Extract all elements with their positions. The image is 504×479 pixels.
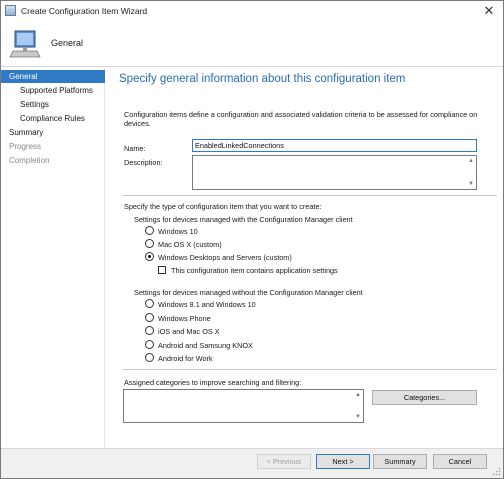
radio-windows-phone-label: Windows Phone xyxy=(158,314,211,323)
wizard-nav: General Supported Platforms Settings Com… xyxy=(1,68,105,448)
unmanaged-group-label: Settings for devices managed without the… xyxy=(134,288,363,297)
radio-mac-os-x[interactable] xyxy=(145,239,154,248)
managed-group-label: Settings for devices managed with the Co… xyxy=(134,215,353,224)
name-field[interactable]: EnabledLinkedConnections xyxy=(192,139,477,152)
nav-item-general[interactable]: General xyxy=(1,70,105,83)
categories-list[interactable]: ▲ ▼ xyxy=(123,389,364,423)
radio-android-for-work[interactable] xyxy=(145,353,154,362)
radio-ios-mac[interactable] xyxy=(145,326,154,335)
header-title: General xyxy=(51,38,84,48)
radio-windows-desktops-servers-label: Windows Desktops and Servers (custom) xyxy=(158,253,292,262)
divider xyxy=(123,195,497,196)
scroll-up-icon[interactable]: ▲ xyxy=(467,157,475,165)
nav-item-summary[interactable]: Summary xyxy=(1,126,105,139)
nav-item-completion: Completion xyxy=(9,156,50,165)
radio-windows-81-10[interactable] xyxy=(145,299,154,308)
scroll-down-icon[interactable]: ▼ xyxy=(467,180,475,188)
radio-mac-os-x-label: Mac OS X (custom) xyxy=(158,240,222,249)
app-settings-label: This configuration item contains applica… xyxy=(171,266,338,275)
radio-windows-10-label: Windows 10 xyxy=(158,227,198,236)
scroll-up-icon[interactable]: ▲ xyxy=(354,391,362,399)
radio-android-knox-label: Android and Samsung KNOX xyxy=(158,341,253,350)
wizard-header: General xyxy=(1,21,503,67)
resize-grip-icon[interactable] xyxy=(492,467,501,476)
radio-windows-desktops-servers[interactable] xyxy=(145,252,154,261)
categories-button[interactable]: Categories... xyxy=(372,390,477,405)
name-value: EnabledLinkedConnections xyxy=(195,141,284,150)
description-label: Description: xyxy=(124,158,163,167)
type-prompt: Specify the type of configuration item t… xyxy=(124,202,322,211)
categories-label: Assigned categories to improve searching… xyxy=(124,378,302,387)
computer-monitor-icon xyxy=(9,30,41,58)
app-settings-checkbox[interactable] xyxy=(158,266,166,274)
summary-button[interactable]: Summary xyxy=(373,454,427,469)
wizard-window: Create Configuration Item Wizard ✕ Gener… xyxy=(0,0,504,479)
nav-item-supported-platforms[interactable]: Supported Platforms xyxy=(1,84,105,97)
description-scrollbar[interactable]: ▲ ▼ xyxy=(467,157,475,188)
intro-text: Configuration items define a configurati… xyxy=(124,110,478,128)
cancel-button[interactable]: Cancel xyxy=(433,454,487,469)
radio-windows-10[interactable] xyxy=(145,226,154,235)
close-icon[interactable]: ✕ xyxy=(481,3,497,18)
radio-windows-81-10-label: Windows 8.1 and Windows 10 xyxy=(158,300,256,309)
wizard-window-icon xyxy=(5,5,16,16)
radio-ios-mac-label: iOS and Mac OS X xyxy=(158,327,220,336)
window-title: Create Configuration Item Wizard xyxy=(21,6,148,16)
radio-android-knox[interactable] xyxy=(145,340,154,349)
name-label: Name: xyxy=(124,144,146,153)
next-button[interactable]: Next > xyxy=(316,454,370,469)
page-title: Specify general information about this c… xyxy=(119,73,406,85)
nav-item-progress: Progress xyxy=(9,142,42,151)
divider xyxy=(123,369,497,370)
title-bar: Create Configuration Item Wizard ✕ xyxy=(1,1,503,21)
wizard-footer: < Previous Next > Summary Cancel xyxy=(1,448,503,478)
scroll-down-icon[interactable]: ▼ xyxy=(354,413,362,421)
nav-item-compliance-rules[interactable]: Compliance Rules xyxy=(1,112,105,125)
categories-scrollbar[interactable]: ▲ ▼ xyxy=(354,391,362,421)
previous-button[interactable]: < Previous xyxy=(257,454,311,469)
radio-android-for-work-label: Android for Work xyxy=(158,354,213,363)
nav-item-settings[interactable]: Settings xyxy=(1,98,105,111)
radio-windows-phone[interactable] xyxy=(145,313,154,322)
description-field[interactable]: ▲ ▼ xyxy=(192,155,477,190)
